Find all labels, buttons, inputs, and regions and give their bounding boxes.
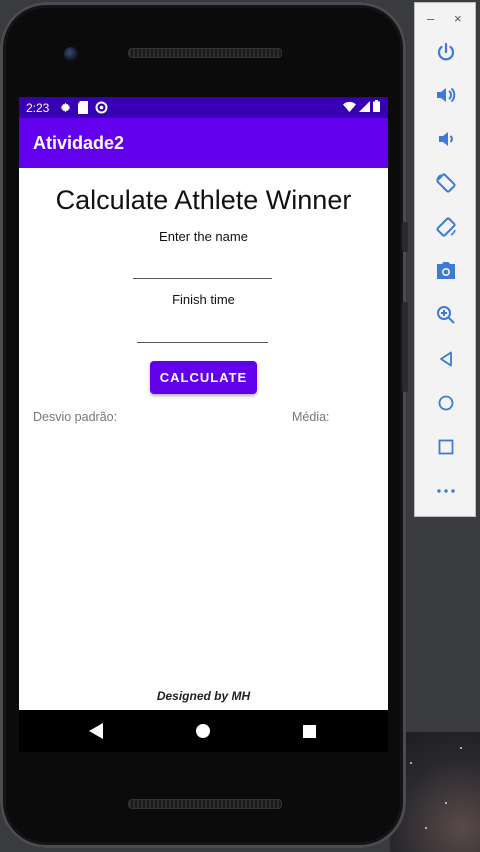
sync-icon xyxy=(95,101,108,114)
footer-credit: Designed by MH xyxy=(156,689,251,703)
status-bar: 2:23 xyxy=(19,97,388,118)
side-button xyxy=(402,302,408,392)
front-camera xyxy=(64,47,78,61)
navigation-bar xyxy=(19,710,388,752)
zoom-icon[interactable] xyxy=(431,300,461,330)
more-icon[interactable] xyxy=(431,476,461,506)
recents-icon[interactable] xyxy=(303,725,316,743)
bottom-speaker xyxy=(128,799,282,809)
power-icon[interactable] xyxy=(431,37,461,67)
finish-time-label: Finish time xyxy=(172,292,235,307)
rotate-right-icon[interactable] xyxy=(431,212,461,242)
app-title: Atividade2 xyxy=(33,132,125,153)
main-content: Calculate Athlete Winner Enter the name … xyxy=(19,168,388,710)
emulator-toolbar: – × xyxy=(414,2,476,517)
overview-icon[interactable] xyxy=(431,432,461,462)
back-icon[interactable] xyxy=(89,723,103,744)
earpiece-speaker xyxy=(128,48,282,58)
camera-icon[interactable] xyxy=(431,256,461,286)
back-icon[interactable] xyxy=(431,344,461,374)
mean-label: Média: xyxy=(292,410,330,424)
std-dev-label: Desvio padrão: xyxy=(33,410,118,424)
finish-time-input[interactable] xyxy=(137,320,268,343)
settings-icon xyxy=(59,101,72,114)
home-icon[interactable] xyxy=(431,388,461,418)
name-input[interactable] xyxy=(133,256,272,279)
name-label: Enter the name xyxy=(159,229,248,244)
device-screen: 2:23 Atividade2 Calculate Athlete Winner… xyxy=(19,97,388,710)
wifi-icon xyxy=(343,101,356,115)
side-button xyxy=(402,222,408,252)
rotate-left-icon[interactable] xyxy=(431,168,461,198)
calculate-button[interactable]: CALCULATE xyxy=(150,361,257,394)
battery-icon xyxy=(373,100,380,115)
volume-up-icon[interactable] xyxy=(431,80,461,110)
minimize-button[interactable]: – xyxy=(427,11,434,26)
close-button[interactable]: × xyxy=(454,11,462,26)
volume-down-icon[interactable] xyxy=(431,124,461,154)
status-time: 2:23 xyxy=(26,100,50,115)
signal-icon xyxy=(359,100,370,115)
sd-card-icon xyxy=(77,101,90,114)
app-bar: Atividade2 xyxy=(19,118,388,168)
home-icon[interactable] xyxy=(196,724,210,743)
page-title: Calculate Athlete Winner xyxy=(55,185,352,215)
